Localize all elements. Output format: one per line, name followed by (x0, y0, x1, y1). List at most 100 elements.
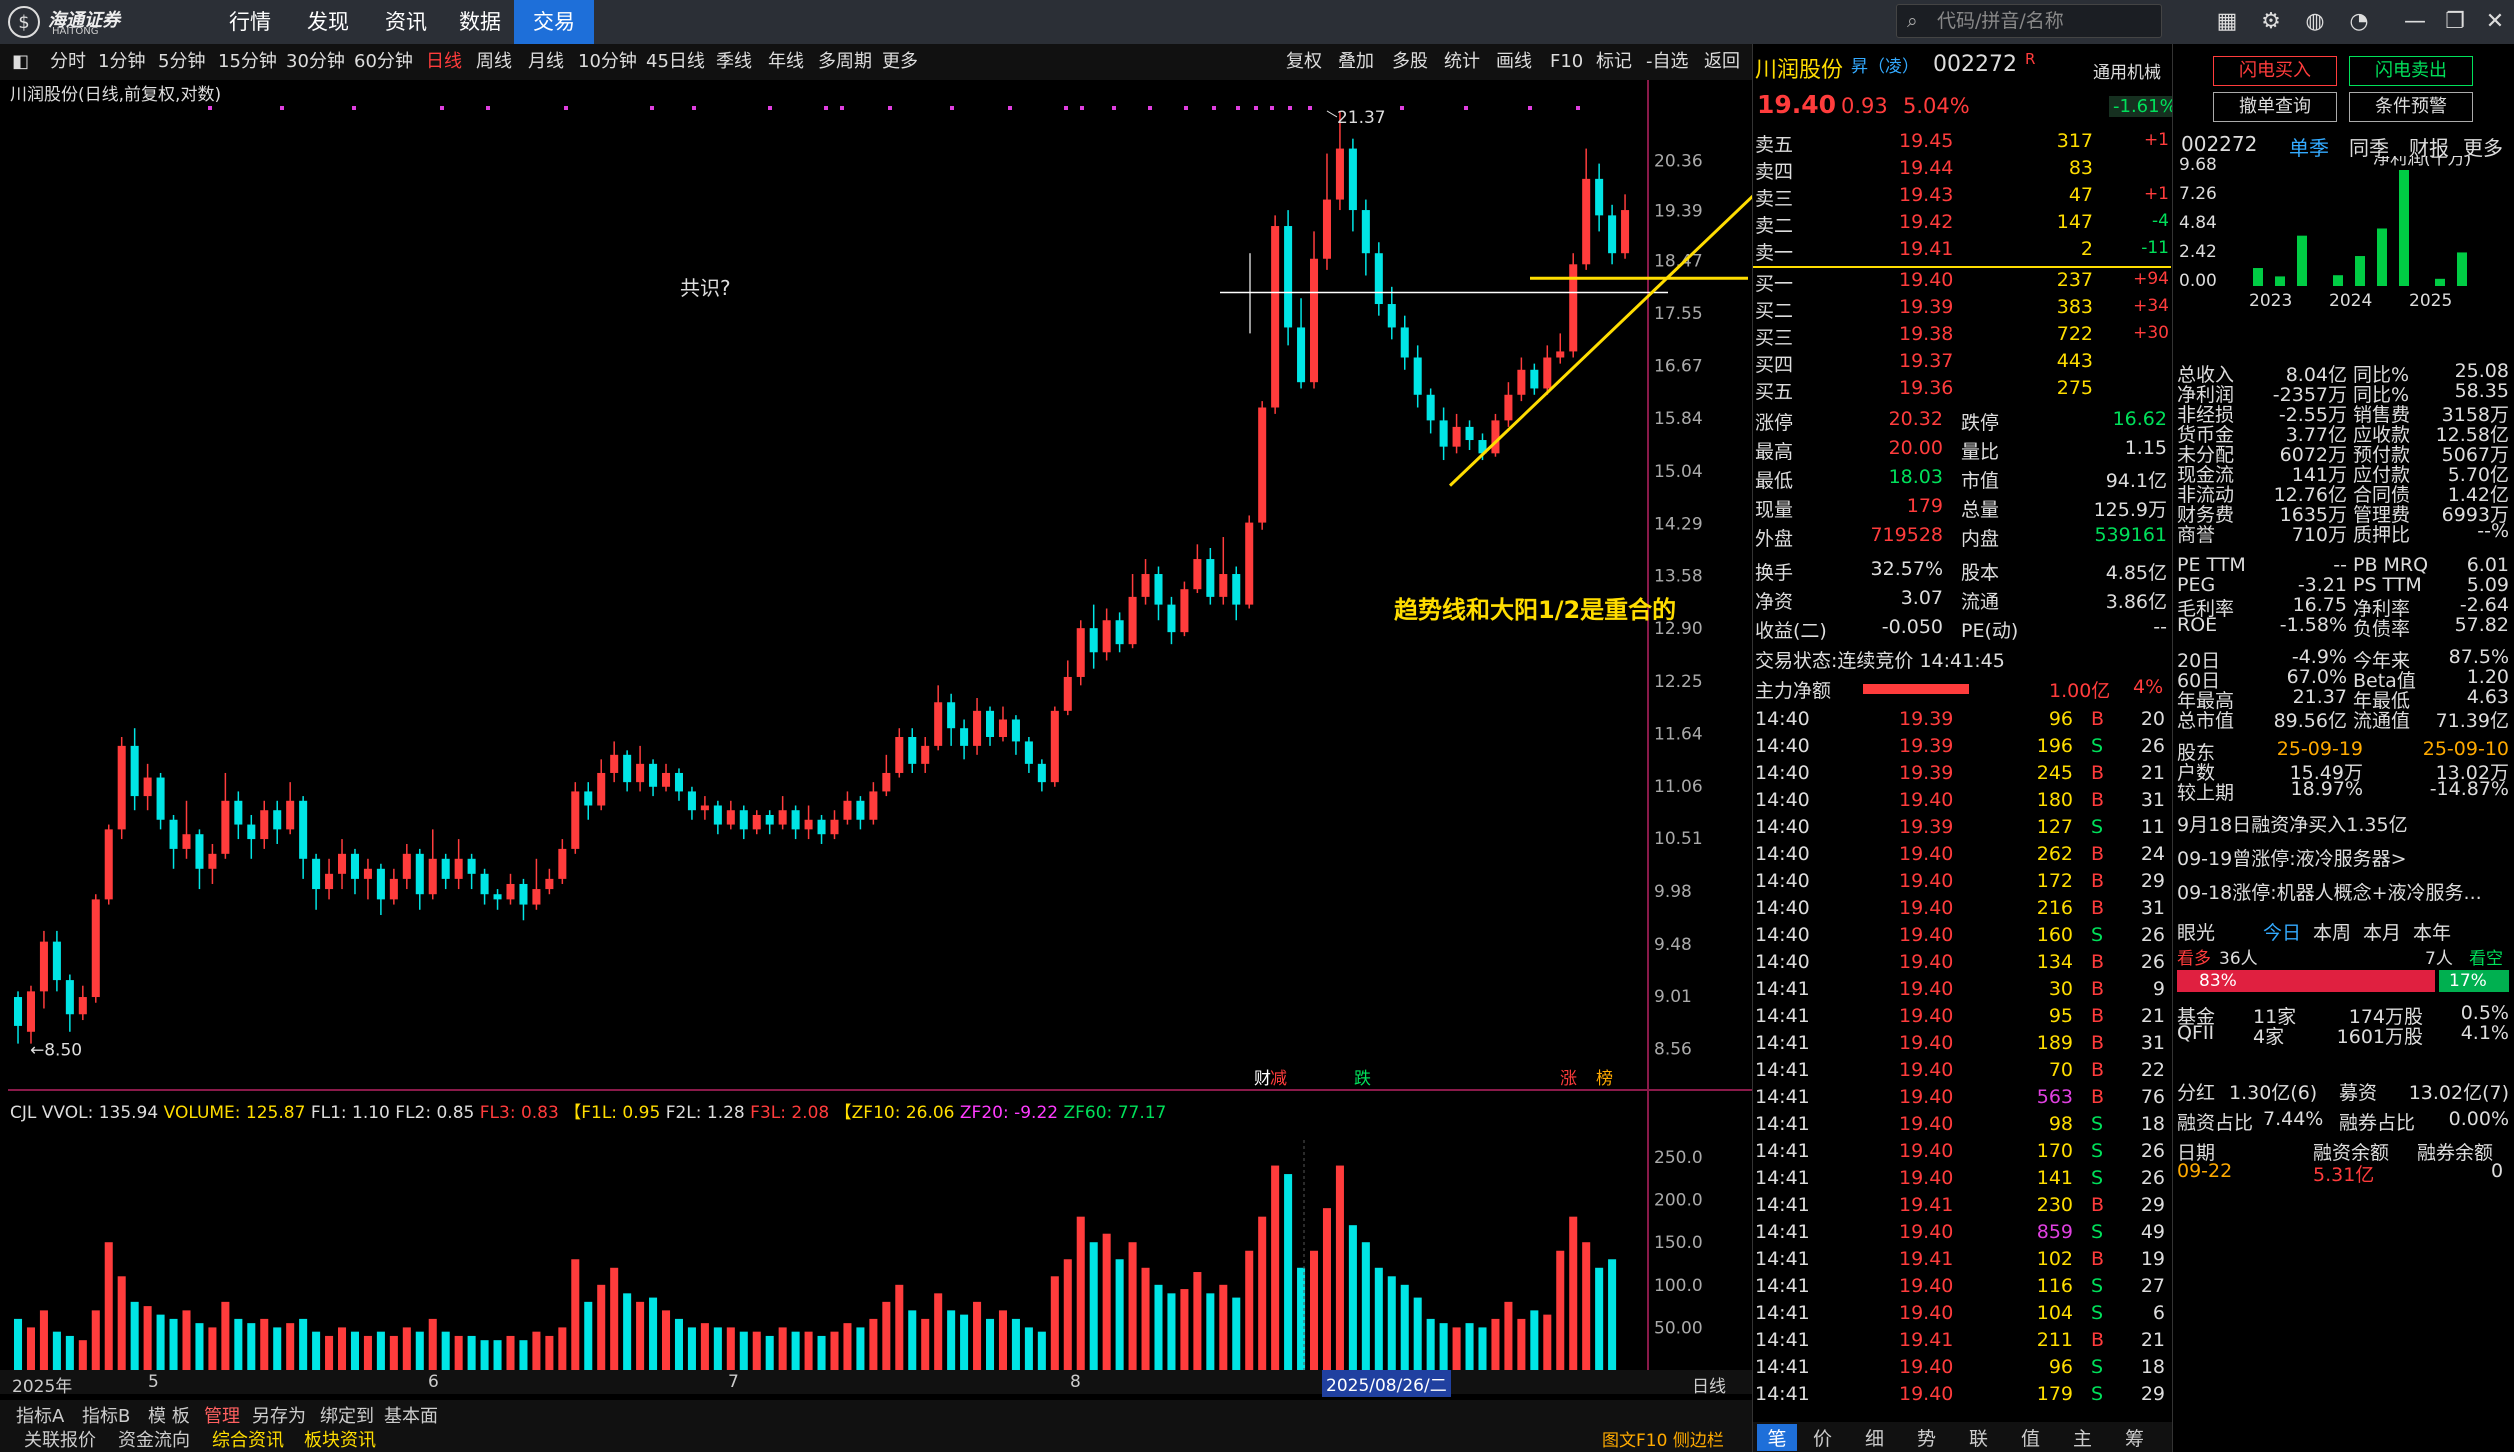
period-60min[interactable]: 60分钟 (354, 44, 413, 80)
flash-buy-button[interactable]: 闪电买入 (2213, 56, 2337, 86)
tool-back[interactable]: 返回 (1704, 44, 1740, 80)
tick-tab-link[interactable]: 联 (1969, 1424, 1988, 1451)
raise-value: 13.02亿(7) (2408, 1082, 2509, 1104)
condition-alert-button[interactable]: 条件预警 (2349, 92, 2473, 122)
restore-icon[interactable]: ❐ (2440, 7, 2470, 37)
period-quarter[interactable]: 季线 (716, 44, 752, 80)
volume-bar (947, 1310, 956, 1370)
news-item[interactable]: 09-18涨停:机器人概念+液冷服务... (2177, 878, 2509, 905)
candle-body (973, 710, 982, 746)
news-item[interactable]: 09-19曾涨停:液冷服务器> (2177, 844, 2509, 871)
tool-overlay[interactable]: 叠加 (1338, 44, 1374, 80)
grid-icon[interactable]: ▦ (2212, 7, 2242, 37)
margin-balance: 5.31亿 (2313, 1164, 2375, 1186)
candle-body (1284, 226, 1293, 328)
tick-tab-price[interactable]: 价 (1813, 1424, 1832, 1451)
orderbook-volume: 722 (2056, 323, 2093, 345)
nav-news[interactable]: 资讯 (376, 0, 436, 44)
tab-fund-flow[interactable]: 资金流向 (118, 1426, 190, 1452)
nav-market[interactable]: 行情 (220, 0, 280, 44)
tool-multi-stock[interactable]: 多股 (1392, 44, 1428, 80)
period-more[interactable]: 更多 (882, 44, 918, 80)
candle-body (674, 772, 683, 792)
eye-tab[interactable]: 今日 (2263, 918, 2301, 945)
tool-restore-right[interactable]: 复权 (1286, 44, 1322, 80)
period-fenshi[interactable]: 分时 (50, 44, 86, 80)
tick-tab-main[interactable]: 主 (2073, 1424, 2092, 1451)
period-daily[interactable]: 日线 (426, 44, 462, 80)
orderbook-level-label: 买一 (1755, 273, 1794, 295)
tool-watchlist[interactable]: -自选 (1646, 44, 1689, 80)
tool-f10[interactable]: F10 (1550, 44, 1583, 80)
nav-data[interactable]: 数据 (450, 0, 510, 44)
period-5min[interactable]: 5分钟 (158, 44, 205, 80)
chat-icon[interactable]: ◔ (2344, 7, 2374, 37)
sidebar-toggle[interactable]: 图文F10 侧边栏 (1602, 1426, 1724, 1451)
period-30min[interactable]: 30分钟 (286, 44, 345, 80)
globe-icon[interactable]: ◍ (2300, 7, 2330, 37)
fund-value: 58.35 (2454, 380, 2509, 402)
tick-volume: 172 (2036, 870, 2073, 892)
fl1-value: FL1: 1.10 (310, 1103, 390, 1123)
tick-tab-trades[interactable]: 笔 (1757, 1424, 1797, 1451)
orderbook-volume: 47 (2068, 184, 2093, 206)
minimize-icon[interactable]: — (2400, 7, 2430, 37)
flash-sell-button[interactable]: 闪电卖出 (2349, 56, 2473, 86)
tab-fundamental[interactable]: 基本面 (384, 1402, 438, 1428)
tick-time: 14:41 (1755, 1275, 1810, 1297)
tick-volume: 211 (2036, 1329, 2073, 1351)
tab-save-as[interactable]: 另存为 (252, 1402, 306, 1428)
period-monthly[interactable]: 月线 (528, 44, 564, 80)
cancel-query-button[interactable]: 撤单查询 (2213, 92, 2337, 122)
period-45day[interactable]: 45日线 (646, 44, 705, 80)
nav-discover[interactable]: 发现 (298, 0, 358, 44)
news-item[interactable]: 9月18日融资净买入1.35亿 (2177, 810, 2509, 837)
period-multi[interactable]: 多周期 (818, 44, 872, 80)
tick-tab-chips[interactable]: 筹 (2125, 1424, 2144, 1451)
orderbook-delta: -11 (2141, 238, 2169, 258)
tool-stats[interactable]: 统计 (1444, 44, 1480, 80)
kline-chart[interactable]: 20.3619.3918.4717.5516.6715.8415.0414.29… (8, 80, 1752, 1400)
orderbook-volume: 383 (2056, 296, 2093, 318)
candle-body (791, 810, 800, 830)
volume-bar (1115, 1259, 1124, 1370)
fl3-value: FL3: 0.83 (479, 1103, 559, 1123)
layout-icon[interactable]: ◧ (12, 44, 29, 80)
eye-tab[interactable]: 本年 (2413, 918, 2451, 945)
tick-tab-value[interactable]: 值 (2021, 1424, 2040, 1451)
tab-related-quote[interactable]: 关联报价 (24, 1426, 96, 1452)
candle-body (895, 737, 904, 773)
tick-price: 19.40 (1899, 1086, 1954, 1108)
period-15min[interactable]: 15分钟 (218, 44, 277, 80)
period-10min[interactable]: 10分钟 (578, 44, 637, 80)
stat-value: 1.15 (2124, 437, 2167, 459)
tool-mark[interactable]: 标记 (1596, 44, 1632, 80)
stat-value: 4.85亿 (2105, 562, 2167, 584)
period-weekly[interactable]: 周线 (476, 44, 512, 80)
nav-trade[interactable]: 交易 (514, 0, 594, 44)
profit-bar (2253, 268, 2263, 286)
period-1min[interactable]: 1分钟 (98, 44, 145, 80)
brand-logo[interactable]: $ 海通证券 HAITONG (6, 4, 142, 40)
tick-tab-trend[interactable]: 势 (1917, 1424, 1936, 1451)
tab-template[interactable]: 模 板 (148, 1402, 190, 1428)
tab-bind[interactable]: 绑定到 (320, 1402, 374, 1428)
candle-body (960, 728, 969, 746)
sector-name[interactable]: 通用机械 (2093, 58, 2161, 83)
eye-tab[interactable]: 本月 (2363, 918, 2401, 945)
gear-icon[interactable]: ⚙ (2256, 7, 2286, 37)
tick-tab-detail[interactable]: 细 (1865, 1424, 1884, 1451)
tab-sector-info[interactable]: 板块资讯 (304, 1426, 376, 1452)
tab-info[interactable]: 综合资讯 (212, 1426, 284, 1452)
candle-body (376, 868, 385, 900)
volume-bar (1037, 1331, 1046, 1370)
close-icon[interactable]: ✕ (2480, 7, 2510, 37)
stock-name[interactable]: 川润股份 (1755, 52, 1843, 84)
period-year[interactable]: 年线 (768, 44, 804, 80)
tab-indicator-b[interactable]: 指标B (82, 1402, 130, 1428)
search-input[interactable]: ⌕ 代码/拼音/名称 (1896, 4, 2162, 38)
eye-tab[interactable]: 本周 (2313, 918, 2351, 945)
tab-manage[interactable]: 管理 (204, 1402, 240, 1428)
tool-draw[interactable]: 画线 (1496, 44, 1532, 80)
tab-indicator-a[interactable]: 指标A (16, 1402, 64, 1428)
